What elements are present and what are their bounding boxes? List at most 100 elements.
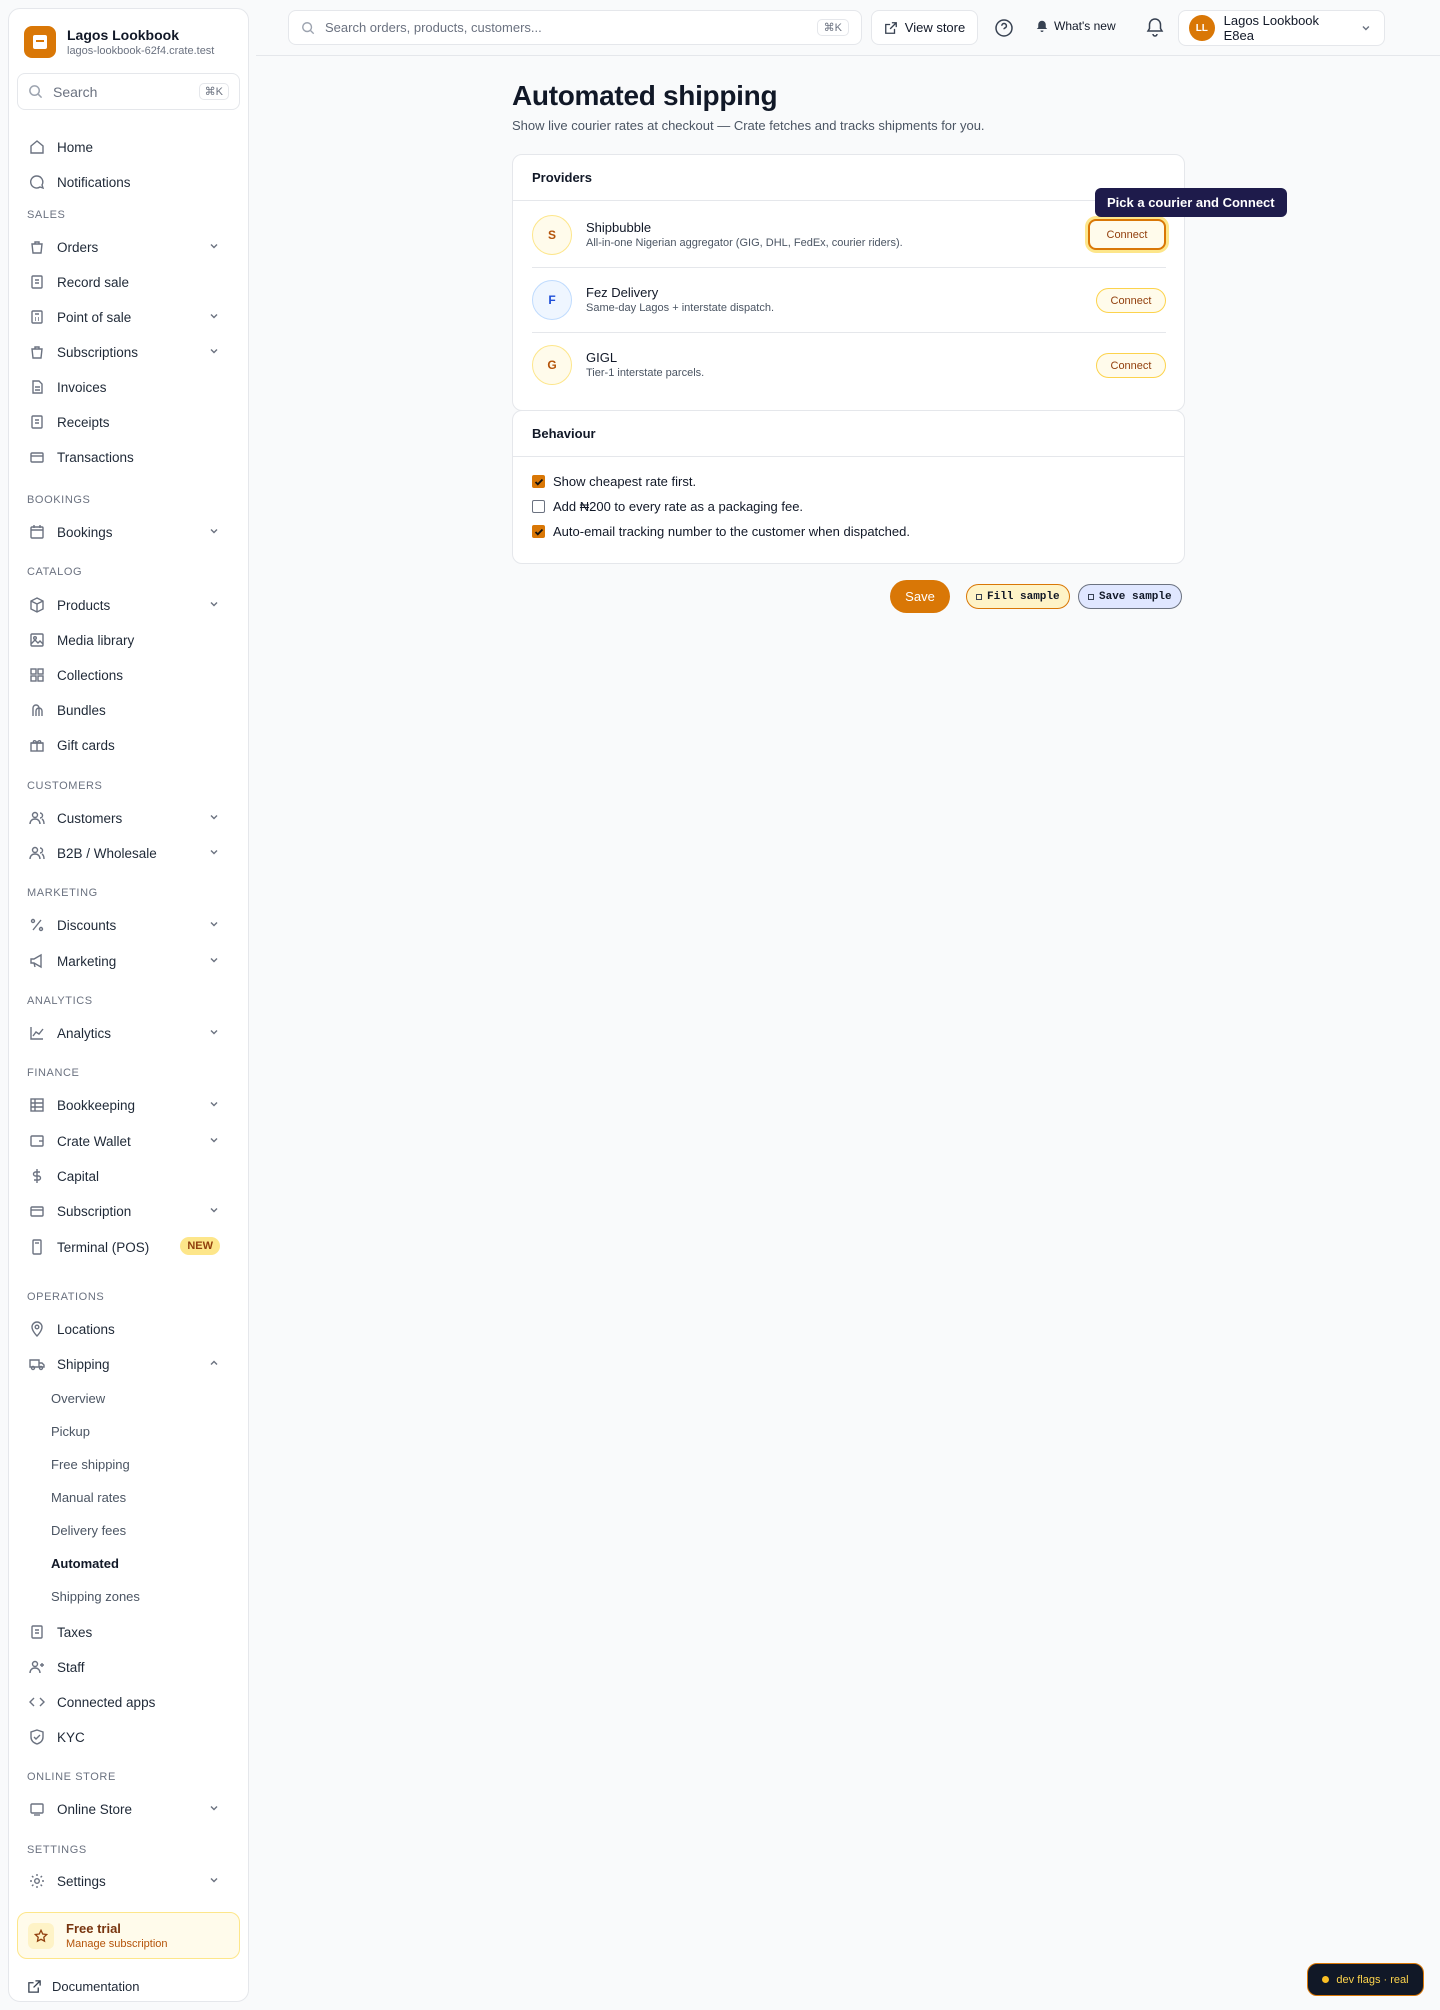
documentation-link[interactable]: Documentation — [27, 1979, 139, 1994]
chevron-down-icon — [210, 850, 218, 855]
chevron-down-icon — [1362, 26, 1370, 31]
option-auto-email-tracking[interactable]: Auto-email tracking number to the custom… — [532, 524, 910, 539]
account-menu[interactable]: LL Lagos Lookbook E8ea — [1178, 10, 1385, 46]
sidebar-item-collections[interactable]: Collections — [19, 660, 238, 690]
sidebar-item-media-library[interactable]: Media library — [19, 625, 238, 655]
sidebar-item-gift-cards[interactable]: Gift cards — [19, 730, 238, 760]
shortcut-badge: ⌘K — [198, 83, 229, 100]
checkbox-unchecked[interactable] — [532, 500, 545, 513]
providers-card: Providers S Shipbubble All-in-one Nigeri… — [512, 154, 1185, 411]
check-icon — [534, 528, 543, 536]
chevron-down-icon — [210, 1208, 218, 1213]
sidebar-item-kyc[interactable]: KYC — [19, 1722, 238, 1752]
search-icon — [302, 21, 315, 34]
chevron-down-icon — [210, 922, 218, 927]
image-icon — [30, 633, 44, 647]
sidebar-item-crate-wallet[interactable]: Crate Wallet — [19, 1126, 238, 1156]
dollar-icon — [32, 1169, 42, 1183]
sidebar-item-subscriptions[interactable]: Subscriptions — [19, 337, 238, 367]
option-packaging-fee[interactable]: Add ₦200 to every rate as a packaging fe… — [532, 499, 803, 514]
calendar-icon — [30, 525, 44, 539]
help-icon[interactable] — [994, 18, 1014, 38]
sidebar-item-customers[interactable]: Customers — [19, 803, 238, 833]
sidebar-item-b2b-wholesale[interactable]: B2B / Wholesale — [19, 838, 238, 868]
section-operations: OPERATIONS — [27, 1291, 105, 1303]
global-search-input[interactable]: Search orders, products, customers... ⌘K — [288, 10, 862, 45]
shipping-sub-manual-rates[interactable]: Manual rates — [51, 1490, 126, 1505]
sidebar-item-record-sale[interactable]: Record sale — [19, 267, 238, 297]
sidebar-item-bookkeeping[interactable]: Bookkeeping — [19, 1090, 238, 1120]
sidebar-item-bundles[interactable]: Bundles — [19, 695, 238, 725]
sidebar-item-transactions[interactable]: Transactions — [19, 442, 238, 472]
shipping-sub-free-shipping[interactable]: Free shipping — [51, 1457, 130, 1472]
sidebar-item-notifications[interactable]: Notifications — [19, 167, 238, 197]
sidebar: Lagos Lookbook lagos-lookbook-62f4.crate… — [8, 8, 249, 2002]
view-store-button[interactable]: View store — [871, 10, 978, 45]
chevron-down-icon — [210, 1138, 218, 1143]
checkbox-checked[interactable] — [532, 475, 545, 488]
sidebar-item-products[interactable]: Products — [19, 590, 238, 620]
code-icon — [29, 1697, 45, 1707]
sidebar-item-home[interactable]: Home — [19, 132, 238, 162]
option-cheapest-first[interactable]: Show cheapest rate first. — [532, 474, 696, 489]
connect-fez-delivery-button[interactable]: Connect — [1096, 288, 1166, 313]
sidebar-item-point-of-sale[interactable]: Point of sale — [19, 302, 238, 332]
sidebar-item-settings[interactable]: Settings — [19, 1866, 238, 1896]
users-icon — [29, 846, 45, 860]
store-domain: lagos-lookbook-62f4.crate.test — [67, 44, 215, 57]
checkbox-checked[interactable] — [532, 525, 545, 538]
sidebar-item-taxes[interactable]: Taxes — [19, 1617, 238, 1647]
sidebar-item-bookings[interactable]: Bookings — [19, 517, 238, 547]
sidebar-item-marketing[interactable]: Marketing — [19, 946, 238, 976]
connect-gigl-button[interactable]: Connect — [1096, 353, 1166, 378]
users-icon — [29, 811, 45, 825]
shield-icon — [30, 1729, 44, 1745]
provider-row-gigl: G GIGL Tier-1 interstate parcels. Connec… — [532, 332, 1166, 397]
wallet-icon — [30, 1135, 44, 1147]
sidebar-item-online-store[interactable]: Online Store — [19, 1794, 238, 1824]
provider-avatar: S — [532, 214, 572, 255]
user-plus-icon — [29, 1660, 44, 1674]
search-icon — [29, 85, 43, 99]
sidebar-item-terminal[interactable]: Terminal (POS) NEW — [19, 1232, 238, 1262]
map-pin-icon — [31, 1321, 43, 1337]
sidebar-item-orders[interactable]: Orders — [19, 232, 238, 262]
shipping-sub-shipping-zones[interactable]: Shipping zones — [51, 1589, 140, 1604]
account-name: Lagos Lookbook E8ea — [1223, 13, 1320, 43]
notifications-bell-icon[interactable] — [1145, 17, 1165, 37]
connect-shipbubble-button[interactable]: Connect — [1088, 219, 1166, 250]
sidebar-item-capital[interactable]: Capital — [19, 1161, 238, 1191]
free-trial-card[interactable]: Free trial Manage subscription — [17, 1912, 240, 1959]
sidebar-item-discounts[interactable]: Discounts — [19, 910, 238, 940]
sidebar-item-connected-apps[interactable]: Connected apps — [19, 1687, 238, 1717]
save-button[interactable]: Save — [890, 580, 950, 613]
brand[interactable]: Lagos Lookbook lagos-lookbook-62f4.crate… — [24, 26, 214, 58]
shipping-sub-pickup[interactable]: Pickup — [51, 1424, 90, 1439]
receipt-icon — [31, 275, 43, 289]
fill-sample-button[interactable]: Fill sample — [966, 584, 1070, 609]
sidebar-item-locations[interactable]: Locations — [19, 1314, 238, 1344]
section-finance: FINANCE — [27, 1067, 80, 1079]
sidebar-item-subscription[interactable]: Subscription — [19, 1196, 238, 1226]
manage-subscription-link[interactable]: Manage subscription — [66, 1937, 168, 1951]
sidebar-item-shipping[interactable]: Shipping — [19, 1349, 238, 1379]
bag-icon — [31, 346, 43, 359]
sidebar-item-receipts[interactable]: Receipts — [19, 407, 238, 437]
sidebar-item-analytics[interactable]: Analytics — [19, 1018, 238, 1048]
sidebar-item-invoices[interactable]: Invoices — [19, 372, 238, 402]
whats-new-button[interactable]: What's new — [1036, 19, 1116, 33]
sidebar-item-staff[interactable]: Staff — [19, 1652, 238, 1682]
bell-icon — [1036, 20, 1048, 32]
shipping-sub-overview[interactable]: Overview — [51, 1391, 105, 1406]
chevron-down-icon — [210, 958, 218, 963]
chevron-down-icon — [210, 602, 218, 607]
sidebar-search-label: Search — [53, 83, 98, 100]
shipping-sub-delivery-fees[interactable]: Delivery fees — [51, 1523, 126, 1538]
truck-icon — [29, 1359, 45, 1371]
shipping-sub-automated[interactable]: Automated — [51, 1556, 119, 1571]
credit-card-icon — [30, 452, 44, 463]
shortcut-badge: ⌘K — [816, 19, 849, 36]
save-sample-button[interactable]: Save sample — [1078, 584, 1182, 609]
sidebar-search[interactable]: Search ⌘K — [17, 73, 240, 110]
dev-flags-badge[interactable]: dev flags · real — [1307, 1963, 1424, 1996]
